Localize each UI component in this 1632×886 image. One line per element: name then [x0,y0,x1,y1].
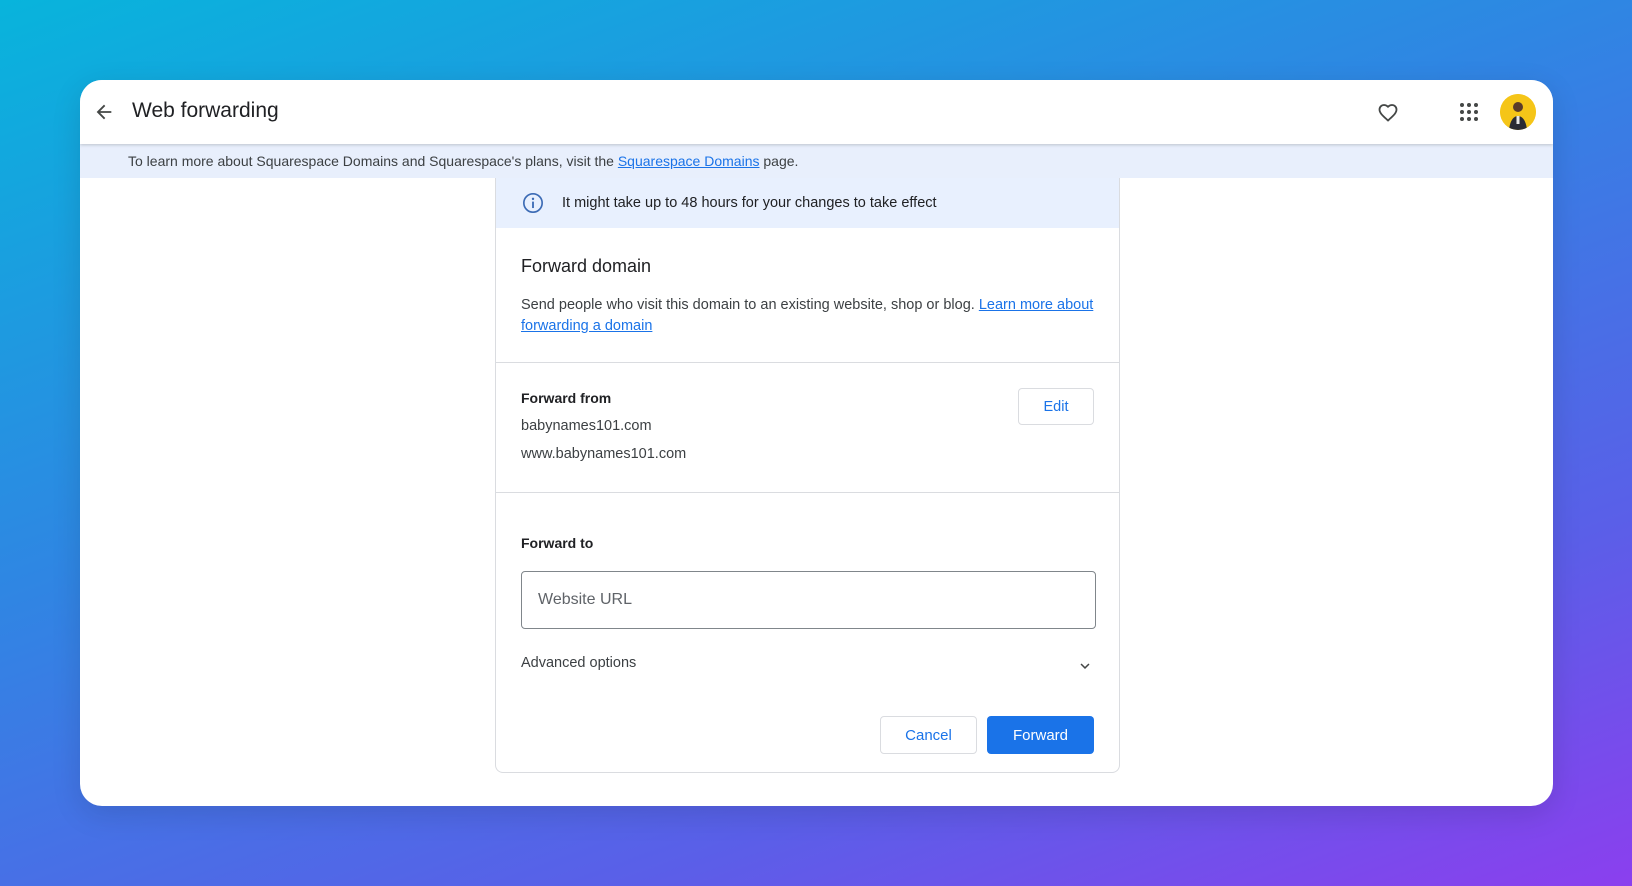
user-avatar-icon [1500,94,1536,130]
forward-from-section: Forward from babynames101.com www.babyna… [496,363,1119,493]
section-description: Send people who visit this domain to an … [521,295,1094,337]
domain-item: www.babynames101.com [521,446,687,462]
arrow-left-icon [93,101,115,123]
app-window: Web forwarding To learn more about Squar… [80,80,1553,806]
page-title: Web forwarding [132,99,279,122]
forward-to-label: Forward to [521,535,594,551]
forward-button[interactable]: Forward [987,716,1094,754]
banner-text: To learn more about Squarespace Domains … [128,153,618,169]
favorite-button[interactable] [1370,94,1406,130]
domain-item: babynames101.com [521,418,652,434]
description-text: Send people who visit this domain to an … [521,297,979,313]
forward-from-label: Forward from [521,390,612,406]
heart-icon [1376,100,1400,124]
forward-domain-section: Forward domain Send people who visit thi… [496,228,1119,363]
website-url-input[interactable] [521,571,1096,629]
forward-domain-card: It might take up to 48 hours for your ch… [495,178,1120,773]
apps-grid-icon [1459,102,1479,122]
info-notice: It might take up to 48 hours for your ch… [496,178,1119,228]
apps-button[interactable] [1451,94,1487,130]
forward-to-section: Forward to Advanced options Cancel Forwa… [496,493,1119,778]
info-banner: To learn more about Squarespace Domains … [80,144,1553,178]
section-heading: Forward domain [521,256,652,276]
advanced-options-label: Advanced options [521,655,637,671]
avatar[interactable] [1500,94,1536,130]
advanced-options-toggle[interactable]: Advanced options [521,655,1094,677]
info-icon [522,192,544,214]
action-buttons: Cancel Forward [880,716,1094,754]
edit-button[interactable]: Edit [1018,388,1094,425]
banner-text-end: page. [759,153,799,169]
chevron-down-icon [1076,657,1094,675]
cancel-button[interactable]: Cancel [880,716,977,754]
top-app-bar: Web forwarding [80,80,1553,144]
squarespace-domains-link[interactable]: Squarespace Domains [618,153,760,169]
back-button[interactable] [86,94,122,130]
info-notice-text: It might take up to 48 hours for your ch… [562,195,937,211]
